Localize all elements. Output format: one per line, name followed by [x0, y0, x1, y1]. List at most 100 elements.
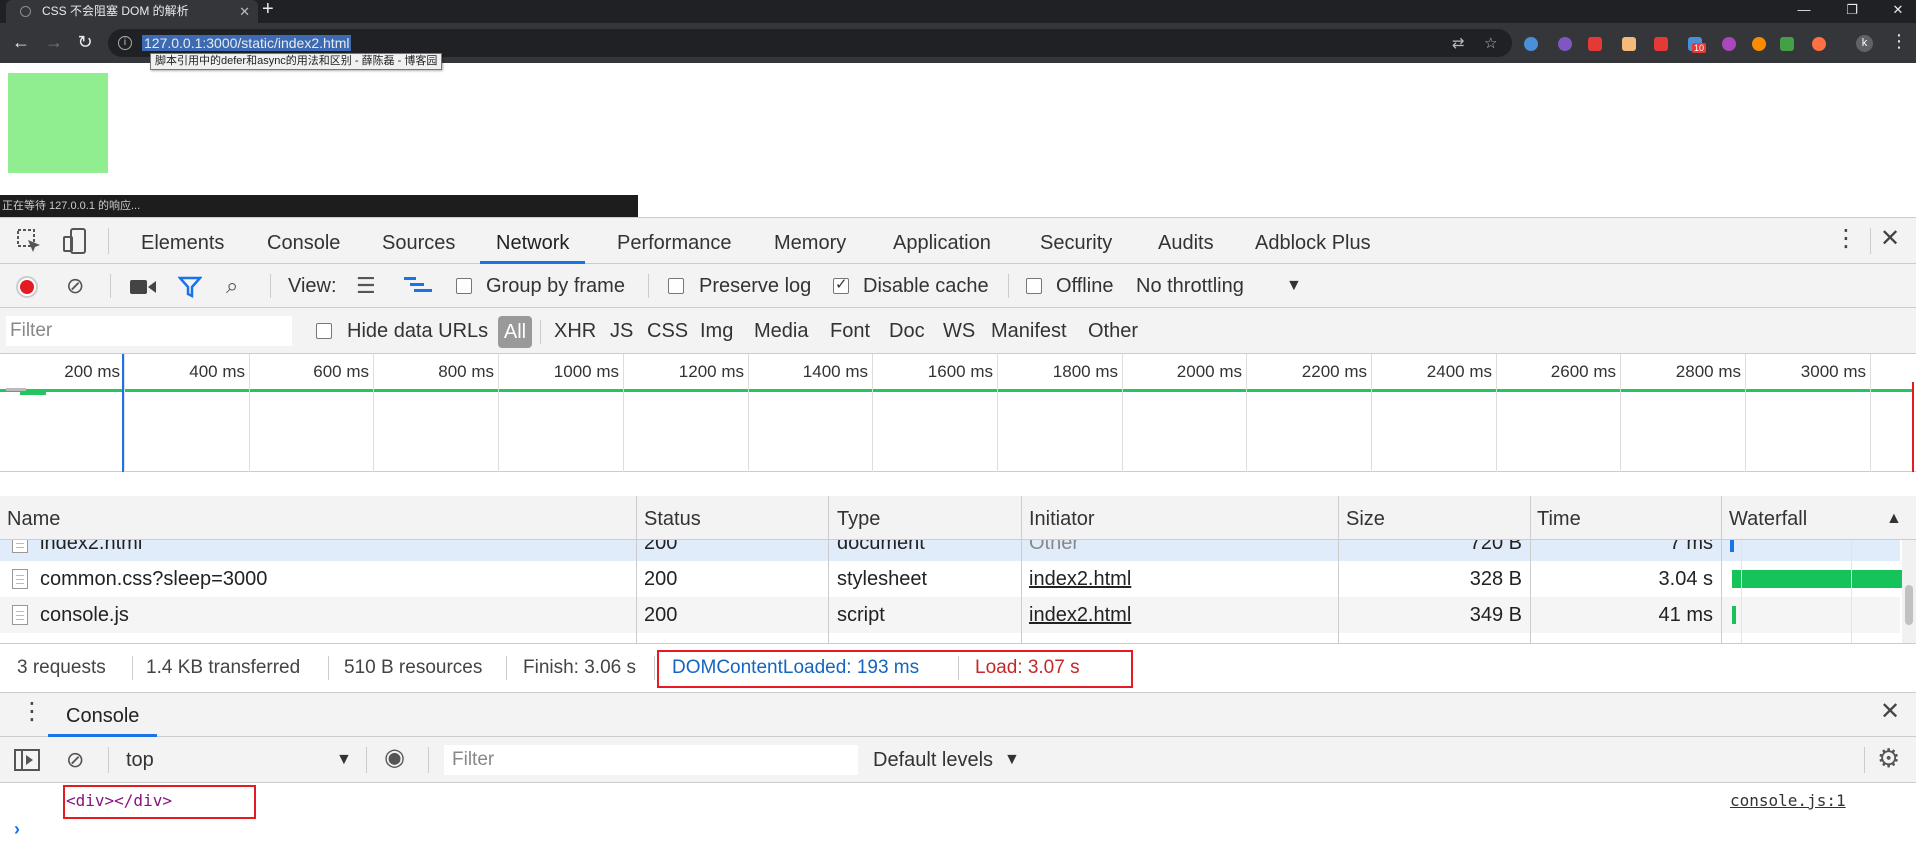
tab-elements[interactable]: Elements — [141, 218, 224, 264]
filter-type-media[interactable]: Media — [754, 308, 808, 354]
sort-ascending-icon[interactable]: ▲ — [1886, 496, 1902, 542]
translate-icon[interactable]: ⇄ — [1452, 34, 1465, 52]
close-devtools-icon[interactable]: ✕ — [1880, 224, 1900, 253]
extension-icon[interactable] — [1524, 37, 1538, 51]
console-source-link[interactable]: console.js:1 — [1730, 791, 1846, 810]
chevron-down-icon[interactable]: ▼ — [1286, 264, 1302, 308]
tab-application[interactable]: Application — [893, 218, 991, 264]
adblock-icon[interactable] — [1588, 37, 1602, 51]
log-levels-select[interactable]: Default levels — [873, 737, 993, 783]
group-by-frame-checkbox[interactable] — [456, 278, 472, 294]
extension-icon[interactable]: 10 — [1688, 37, 1707, 53]
table-row[interactable]: common.css?sleep=3000 200 stylesheet ind… — [0, 561, 1904, 597]
throttling-select[interactable]: No throttling — [1136, 264, 1244, 308]
extension-icon[interactable] — [1722, 37, 1736, 51]
tab-console[interactable]: Console — [267, 218, 340, 264]
more-options-icon[interactable]: ⋮ — [1834, 224, 1858, 253]
extension-icon[interactable] — [1812, 37, 1826, 51]
live-expression-eye-icon[interactable]: ◉ — [384, 745, 405, 771]
tab-security[interactable]: Security — [1040, 218, 1112, 264]
filter-type-xhr[interactable]: XHR — [554, 308, 596, 354]
filter-type-all[interactable]: All — [498, 316, 532, 348]
fe-helper-icon[interactable] — [1654, 37, 1668, 51]
extension-icon[interactable] — [1558, 37, 1572, 51]
capture-screenshots-icon[interactable] — [130, 278, 156, 296]
overview-grid-line — [1496, 354, 1497, 472]
close-tab-icon[interactable]: ✕ — [239, 0, 250, 23]
tab-audits[interactable]: Audits — [1158, 218, 1214, 264]
console-prompt-icon[interactable]: › — [14, 819, 20, 840]
filter-type-css[interactable]: CSS — [647, 308, 688, 354]
extension-icon[interactable] — [1752, 37, 1766, 51]
tab-network[interactable]: Network — [480, 218, 586, 264]
column-initiator[interactable]: Initiator — [1029, 496, 1095, 542]
clear-icon[interactable]: ⊘ — [66, 273, 84, 299]
chevron-down-icon[interactable]: ▼ — [336, 737, 352, 783]
request-name[interactable]: index2.html — [40, 540, 142, 561]
profile-avatar[interactable]: k — [1856, 35, 1873, 52]
table-row[interactable]: index2.html 200 document Other 720 B 7 m… — [0, 540, 1900, 561]
filter-type-font[interactable]: Font — [830, 308, 870, 354]
drawer-menu-icon[interactable]: ⋮ — [20, 697, 44, 726]
filter-icon[interactable] — [178, 275, 202, 299]
browser-menu-icon[interactable]: ⋮ — [1890, 31, 1908, 52]
filter-type-manifest[interactable]: Manifest — [991, 308, 1067, 354]
filter-type-doc[interactable]: Doc — [889, 308, 925, 354]
table-scrollbar[interactable] — [1902, 540, 1916, 643]
network-overview[interactable]: 200 ms 400 ms 600 ms 800 ms 1000 ms 1200 ms 14… — [0, 354, 1916, 472]
column-waterfall[interactable]: Waterfall — [1729, 496, 1807, 542]
inspect-element-icon[interactable] — [16, 228, 42, 254]
show-sidebar-icon[interactable] — [14, 749, 40, 771]
settings-gear-icon[interactable]: ⚙ — [1877, 745, 1900, 771]
info-icon[interactable]: i — [118, 36, 132, 50]
record-button[interactable] — [16, 276, 38, 298]
extension-icon[interactable] — [1622, 37, 1636, 51]
tab-adblock-plus[interactable]: Adblock Plus — [1255, 218, 1371, 264]
disable-cache-checkbox[interactable] — [833, 275, 849, 294]
tab-sources[interactable]: Sources — [382, 218, 455, 264]
forward-icon[interactable]: → — [42, 32, 66, 52]
drawer-tab-console[interactable]: Console — [48, 693, 158, 737]
extension-icon[interactable] — [1780, 37, 1794, 51]
request-initiator-link[interactable]: index2.html — [1029, 597, 1131, 633]
tab-performance[interactable]: Performance — [617, 218, 732, 264]
column-size[interactable]: Size — [1346, 496, 1385, 542]
column-status[interactable]: Status — [644, 496, 701, 542]
new-tab-button[interactable]: + — [262, 0, 274, 21]
large-rows-icon[interactable]: ☰ — [356, 273, 376, 299]
console-filter-input[interactable]: Filter — [444, 745, 858, 775]
context-select[interactable]: top — [126, 737, 154, 783]
hide-data-urls-checkbox[interactable] — [316, 323, 332, 339]
browser-tab[interactable]: CSS 不会阻塞 DOM 的解析 ✕ — [6, 0, 258, 23]
reload-icon[interactable]: ↻ — [73, 32, 97, 52]
filter-type-other[interactable]: Other — [1088, 308, 1138, 354]
back-icon[interactable]: ← — [9, 32, 33, 52]
filter-type-img[interactable]: Img — [700, 308, 733, 354]
request-name[interactable]: console.js — [40, 597, 129, 633]
close-window-icon[interactable]: ✕ — [1880, 0, 1916, 20]
request-initiator-link[interactable]: index2.html — [1029, 561, 1131, 597]
close-drawer-icon[interactable]: ✕ — [1880, 697, 1900, 726]
filter-type-js[interactable]: JS — [610, 308, 633, 354]
url-text[interactable]: 127.0.0.1:3000/static/index2.html — [142, 35, 352, 51]
restore-icon[interactable]: ❐ — [1834, 0, 1870, 20]
request-name[interactable]: common.css?sleep=3000 — [40, 561, 267, 597]
filter-type-ws[interactable]: WS — [943, 308, 975, 354]
device-toolbar-icon[interactable] — [62, 228, 88, 254]
preserve-log-checkbox[interactable] — [668, 278, 684, 294]
tab-memory[interactable]: Memory — [774, 218, 846, 264]
column-name[interactable]: Name — [7, 496, 60, 542]
offline-checkbox[interactable] — [1026, 278, 1042, 294]
column-time[interactable]: Time — [1537, 496, 1581, 542]
chevron-down-icon[interactable]: ▼ — [1004, 737, 1020, 783]
filter-input[interactable]: Filter — [6, 316, 292, 346]
table-row[interactable]: console.js 200 script index2.html 349 B … — [0, 597, 1900, 633]
minimize-icon[interactable]: — — [1786, 0, 1822, 20]
column-type[interactable]: Type — [837, 496, 880, 542]
waterfall-overview-icon[interactable] — [404, 276, 432, 296]
console-log-element[interactable]: <div></div> — [66, 791, 172, 810]
clear-console-icon[interactable]: ⊘ — [66, 747, 84, 773]
scrollbar-thumb[interactable] — [1905, 585, 1913, 625]
search-icon[interactable]: ⌕ — [226, 273, 238, 299]
bookmark-star-icon[interactable]: ☆ — [1484, 34, 1497, 52]
